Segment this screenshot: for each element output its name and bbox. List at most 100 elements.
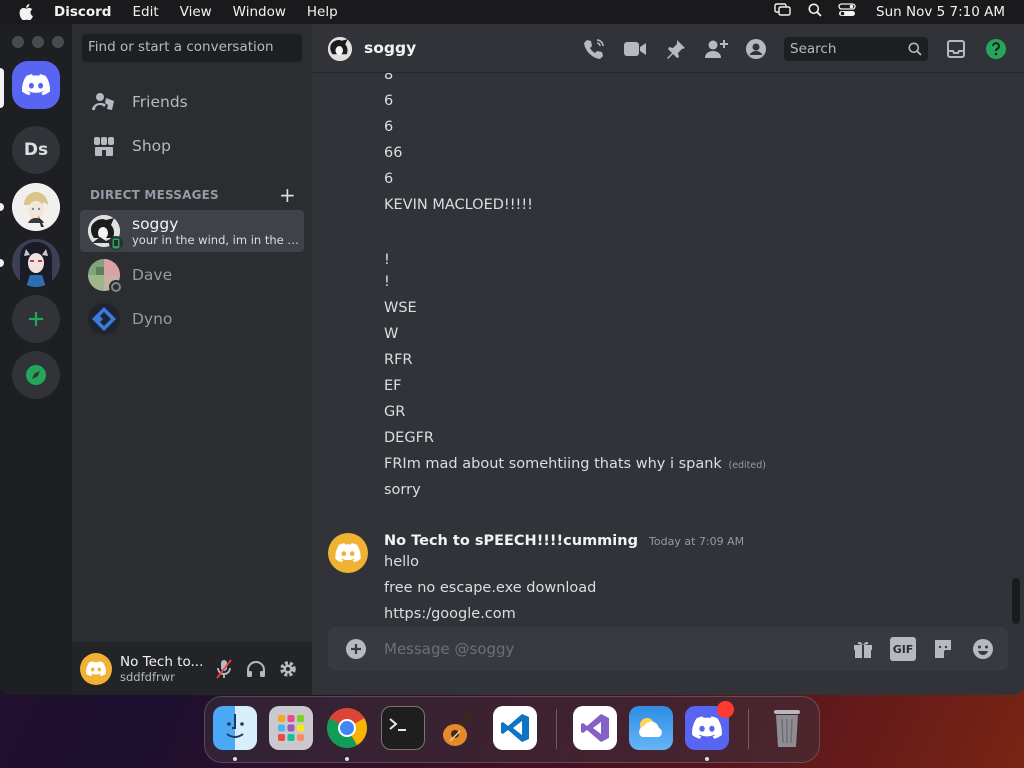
dock-separator [556, 709, 557, 749]
dm-item-status-text: your in the wind, im in the wat... [132, 233, 304, 247]
avatar[interactable] [80, 652, 112, 685]
message-line: hello [384, 554, 420, 570]
message-line: WSE [384, 300, 417, 316]
message-text: sorry [384, 482, 421, 498]
mute-microphone-icon[interactable] [214, 658, 234, 679]
message-line: ! [384, 252, 390, 268]
chrome-icon[interactable] [325, 706, 369, 750]
menubar-clock[interactable]: Sun Nov 5 7:10 AM [876, 4, 1005, 20]
pinned-messages-icon[interactable] [664, 37, 688, 61]
message-text: RFR [384, 352, 413, 368]
screen-mirroring-icon[interactable] [774, 3, 792, 21]
discord-icon[interactable] [685, 701, 734, 750]
finder-icon[interactable] [213, 706, 257, 750]
message-author[interactable]: No Tech to sPEECH!!!!cumming Today at 7:… [384, 533, 744, 549]
upload-plus-icon[interactable] [344, 637, 368, 661]
find-conversation-input[interactable]: Find or start a conversation [82, 34, 302, 62]
message-text: ! [384, 252, 390, 268]
menu-help[interactable]: Help [307, 4, 338, 20]
message-text: DEGFR [384, 430, 434, 446]
direct-messages-home-button[interactable] [12, 61, 60, 109]
running-indicator [233, 757, 237, 761]
direct-messages-header: DIRECT MESSAGES + [90, 185, 296, 205]
dm-item-dave[interactable]: Dave [80, 254, 304, 296]
user-settings-gear-icon[interactable] [278, 659, 298, 679]
voice-call-icon[interactable] [582, 37, 606, 61]
menu-bar: Discord Edit View Window Help Sun Nov 5 … [0, 0, 1024, 24]
search-icon [908, 42, 922, 56]
discord-icon [335, 543, 361, 563]
garageband-icon[interactable] [437, 706, 481, 750]
message-list[interactable]: 8 6 6 66 6 KEVIN MACLOED!!!!!!! WSE W RFR EF GR DEG… [312, 73, 1024, 624]
message-text: 8 [384, 73, 394, 83]
message-line[interactable]: https:/google.com [384, 606, 516, 622]
shop-icon [92, 134, 116, 158]
apple-menu-icon[interactable] [19, 4, 37, 20]
discord-icon [86, 660, 106, 676]
message-text: 66 [384, 145, 403, 161]
menu-window[interactable]: Window [233, 4, 286, 20]
sticker-icon[interactable] [930, 637, 956, 661]
inbox-icon[interactable] [944, 37, 968, 61]
avatar[interactable] [328, 533, 368, 573]
running-indicator [705, 757, 709, 761]
weather-icon[interactable] [629, 706, 673, 750]
message-scrollbar[interactable] [1012, 578, 1020, 624]
visual-studio-icon[interactable] [573, 706, 617, 750]
create-dm-button[interactable]: + [279, 185, 296, 205]
user-display-name: No Tech to... [120, 653, 204, 670]
emoji-icon[interactable] [970, 637, 996, 661]
gift-icon[interactable] [850, 637, 876, 661]
app-menu[interactable]: Discord [54, 4, 111, 20]
nav-shop[interactable]: Shop [80, 125, 304, 167]
gif-picker-button[interactable]: GIF [890, 637, 916, 661]
user-controls [214, 658, 298, 679]
anime-avatar-icon [12, 183, 60, 231]
server-dark-character-button[interactable] [12, 239, 60, 287]
explore-servers-button[interactable] [12, 351, 60, 399]
user-profile-icon[interactable] [744, 37, 768, 61]
help-icon[interactable] [984, 37, 1008, 61]
message-line: ! [384, 274, 390, 290]
avatar [88, 215, 123, 250]
menu-edit[interactable]: Edit [132, 4, 158, 20]
server-ds-button[interactable]: Ds [12, 126, 60, 174]
nav-friends[interactable]: Friends [80, 81, 304, 123]
menu-view[interactable]: View [180, 4, 212, 20]
search-input[interactable]: Search [784, 37, 928, 61]
message-composer[interactable]: Message @soggy GIF [328, 627, 1008, 671]
unread-indicator [0, 203, 4, 211]
minimize-window-button[interactable] [32, 36, 44, 48]
discord-icon [22, 74, 50, 96]
launchpad-icon[interactable] [269, 706, 313, 750]
zoom-window-button[interactable] [52, 36, 64, 48]
plus-icon [29, 312, 43, 326]
message-line: 8 [384, 73, 393, 83]
close-window-button[interactable] [12, 36, 24, 48]
control-center-icon[interactable] [838, 3, 856, 21]
message-author-name[interactable]: No Tech to sPEECH!!!!cumming [384, 533, 638, 549]
message-line: W [384, 326, 398, 342]
dm-sidebar: Find or start a conversation Friends Sho… [72, 24, 312, 695]
user-panel: No Tech to... sddfdfrwr [72, 642, 312, 695]
window-controls [12, 36, 64, 48]
mobile-status-indicator [109, 236, 123, 250]
server-ds-label: Ds [23, 140, 49, 160]
channel-header: soggy Search [312, 24, 1024, 73]
headphones-icon[interactable] [246, 659, 266, 679]
vscode-icon[interactable] [493, 706, 537, 750]
dm-item-soggy[interactable]: soggy your in the wind, im in the wat... [80, 210, 304, 252]
add-server-button[interactable] [12, 295, 60, 343]
add-friends-to-dm-icon[interactable] [704, 37, 728, 61]
terminal-icon[interactable] [381, 706, 425, 750]
search-placeholder: Search [790, 41, 837, 57]
message-line: RFR [384, 352, 413, 368]
server-anime-avatar-button[interactable] [12, 183, 60, 231]
spotlight-search-icon[interactable] [808, 3, 822, 21]
user-info[interactable]: No Tech to... sddfdfrwr [120, 654, 206, 684]
video-call-icon[interactable] [623, 37, 647, 61]
dock-separator [748, 709, 749, 749]
dm-item-dyno[interactable]: Dyno [80, 298, 304, 340]
trash-icon[interactable] [765, 706, 809, 750]
message-input[interactable]: Message @soggy [384, 640, 850, 658]
